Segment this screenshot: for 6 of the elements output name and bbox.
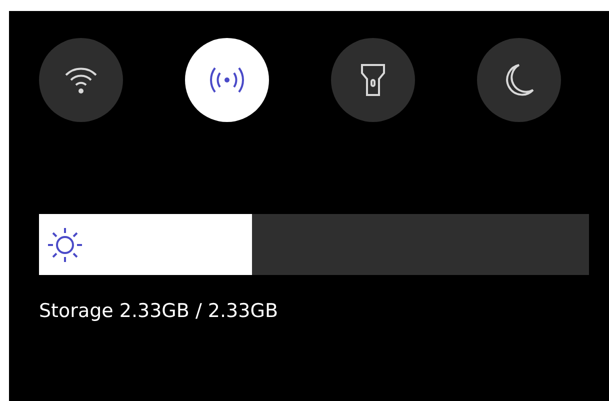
brightness-slider[interactable] xyxy=(39,214,589,275)
flashlight-icon xyxy=(360,63,386,97)
storage-label: Storage 2.33GB / 2.33GB xyxy=(39,299,278,324)
brightness-icon xyxy=(46,226,84,264)
broadcast-icon xyxy=(209,66,245,94)
moon-icon xyxy=(503,63,535,97)
